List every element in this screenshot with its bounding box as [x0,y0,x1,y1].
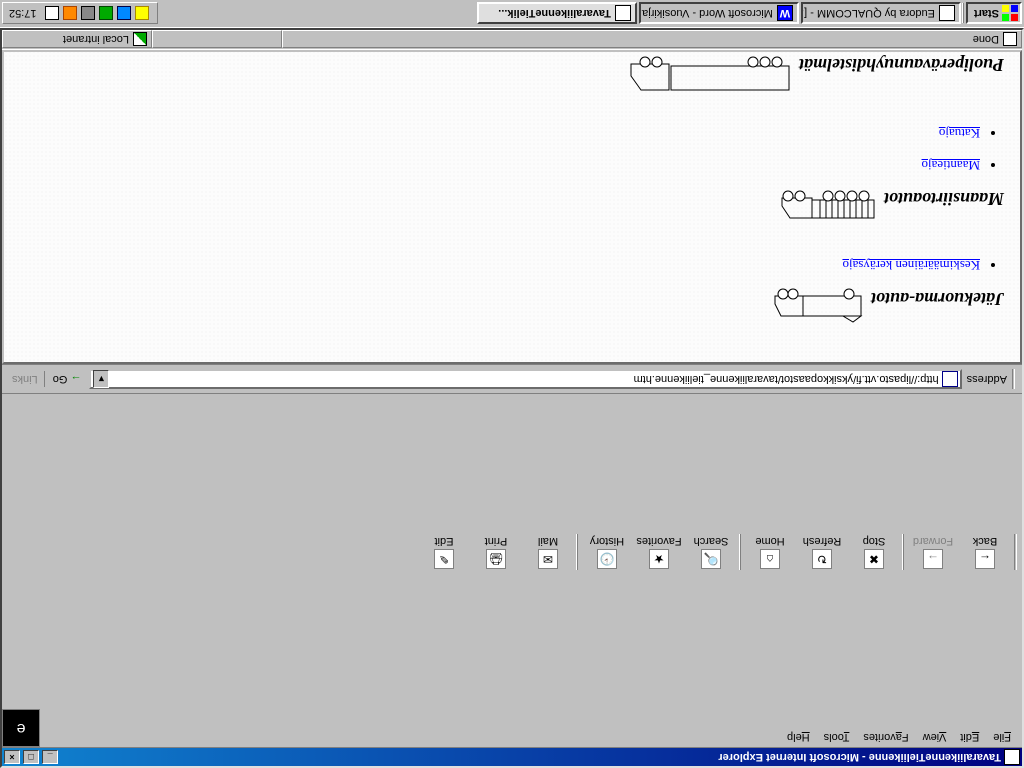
section-heading: Maansiirtoautot [20,189,1004,229]
addressbar: Address ▼ Go Links [2,365,1022,394]
menu-tools[interactable]: Tools [817,711,857,745]
list-item: Katuajo [20,125,980,143]
list-item: Maantieajo [20,157,980,175]
task-label: Microsoft Word - Vuosikirja... [639,8,773,20]
refresh-button[interactable]: ↻Refresh [796,533,848,571]
mail-icon: ✉ [538,549,558,569]
back-button[interactable]: ←Back [959,533,1011,571]
tray-icon-6[interactable] [45,7,59,21]
link-list: Maantieajo Katuajo [20,125,980,175]
zone-text: Local intranet [63,34,129,46]
go-button[interactable]: Go [49,373,86,387]
maximize-button[interactable]: □ [23,750,39,764]
titlebar[interactable]: TavaraliikenneTieliikenne - Microsoft In… [2,748,1022,766]
search-icon: 🔍 [701,549,721,569]
ie-throbber-icon: e [2,709,40,747]
menu-view[interactable]: View [916,711,954,745]
status-text: Done [973,34,999,46]
status-progress-cell [152,31,282,49]
link-list: Keskimääräinen keräysajo [20,257,980,275]
taskbar-clock[interactable]: 17:52 [9,8,37,20]
done-icon [1003,33,1017,47]
browser-window: TavaraliikenneTieliikenne - Microsoft In… [0,28,1024,768]
address-input[interactable] [109,374,938,386]
tray-icon-1[interactable] [135,7,149,21]
tray-icon-2[interactable] [117,7,131,21]
close-button[interactable]: × [4,750,20,764]
toolbar-grip[interactable] [1014,534,1017,570]
favorites-button[interactable]: ★Favorites [633,533,685,571]
toolbar: ←Back →Forward ✖Stop ↻Refresh ⌂Home 🔍Sea… [2,394,1022,710]
dump-truck-icon [776,189,876,229]
stop-icon: ✖ [864,549,884,569]
links-bar-label[interactable]: Links [6,372,45,388]
mail-button[interactable]: ✉Mail [522,533,574,571]
menubar: FFileile Edit View Favorites Tools Help [40,709,1022,747]
task-label: Eudora by QUALCOMM - [... [801,8,935,20]
menu-favorites[interactable]: Favorites [856,711,915,745]
status-text-cell: Done [282,31,1022,49]
forward-button[interactable]: →Forward [907,533,959,571]
link[interactable]: Keskimääräinen keräysajo [842,259,980,274]
history-icon: 🕑 [597,549,617,569]
home-button[interactable]: ⌂Home [744,533,796,571]
task-label: TavaraliikenneTielik... [498,8,611,20]
search-button[interactable]: 🔍Search [685,533,737,571]
favorites-icon: ★ [649,549,669,569]
tray-icon-3[interactable] [99,7,113,21]
section-heading: Jätekuorma-autot [20,289,1004,325]
start-label: Start [974,8,999,20]
edit-button[interactable]: ✎Edit [418,533,470,571]
print-icon: 🖨 [486,549,506,569]
edit-icon: ✎ [434,549,454,569]
garbage-truck-icon [773,289,863,325]
taskbar: Start Eudora by QUALCOMM - [... W Micros… [0,0,1024,28]
link[interactable]: Maantieajo [922,159,980,174]
taskbar-item-word[interactable]: W Microsoft Word - Vuosikirja... [639,3,799,25]
section-heading: Puoliperävaunuyhdistelmät [20,55,1004,97]
link[interactable]: Katuajo [939,127,980,142]
eudora-icon [939,6,955,22]
addressbar-grip[interactable] [1012,370,1015,390]
windows-logo-icon [1002,6,1018,22]
ie-task-icon [615,6,631,22]
stop-button[interactable]: ✖Stop [848,533,900,571]
tray-icon-5[interactable] [63,7,77,21]
taskbar-item-eudora[interactable]: Eudora by QUALCOMM - [... [801,3,961,25]
word-icon: W [777,6,793,22]
address-label: Address [967,374,1007,386]
menu-edit[interactable]: Edit [953,711,986,745]
refresh-icon: ↻ [812,549,832,569]
taskbar-item-ie[interactable]: TavaraliikenneTielik... [477,3,637,25]
menu-help[interactable]: Help [780,711,817,745]
intranet-zone-icon [133,33,147,47]
minimize-button[interactable]: _ [42,750,58,764]
history-button[interactable]: 🕑History [581,533,633,571]
home-icon: ⌂ [760,549,780,569]
statusbar: Done Local intranet [2,30,1022,50]
list-item: Keskimääräinen keräysajo [20,257,980,275]
forward-arrow-icon: → [923,549,943,569]
page-favicon-icon [942,372,958,388]
ie-icon [1004,749,1020,765]
address-input-wrap[interactable]: ▼ [89,370,961,390]
status-zone-cell: Local intranet [2,31,152,49]
start-button[interactable]: Start [966,3,1022,25]
semi-trailer-icon [621,55,791,97]
address-dropdown-button[interactable]: ▼ [93,371,109,389]
system-tray[interactable]: 17:52 [2,3,158,25]
window-title: TavaraliikenneTieliikenne - Microsoft In… [58,751,1001,763]
back-arrow-icon: ← [975,549,995,569]
print-button[interactable]: 🖨Print [470,533,522,571]
tray-icon-4[interactable] [81,7,95,21]
page-content[interactable]: Jätekuorma-autot Keskimääräinen keräysaj… [4,52,1020,363]
menu-file[interactable]: FFileile [986,711,1018,745]
